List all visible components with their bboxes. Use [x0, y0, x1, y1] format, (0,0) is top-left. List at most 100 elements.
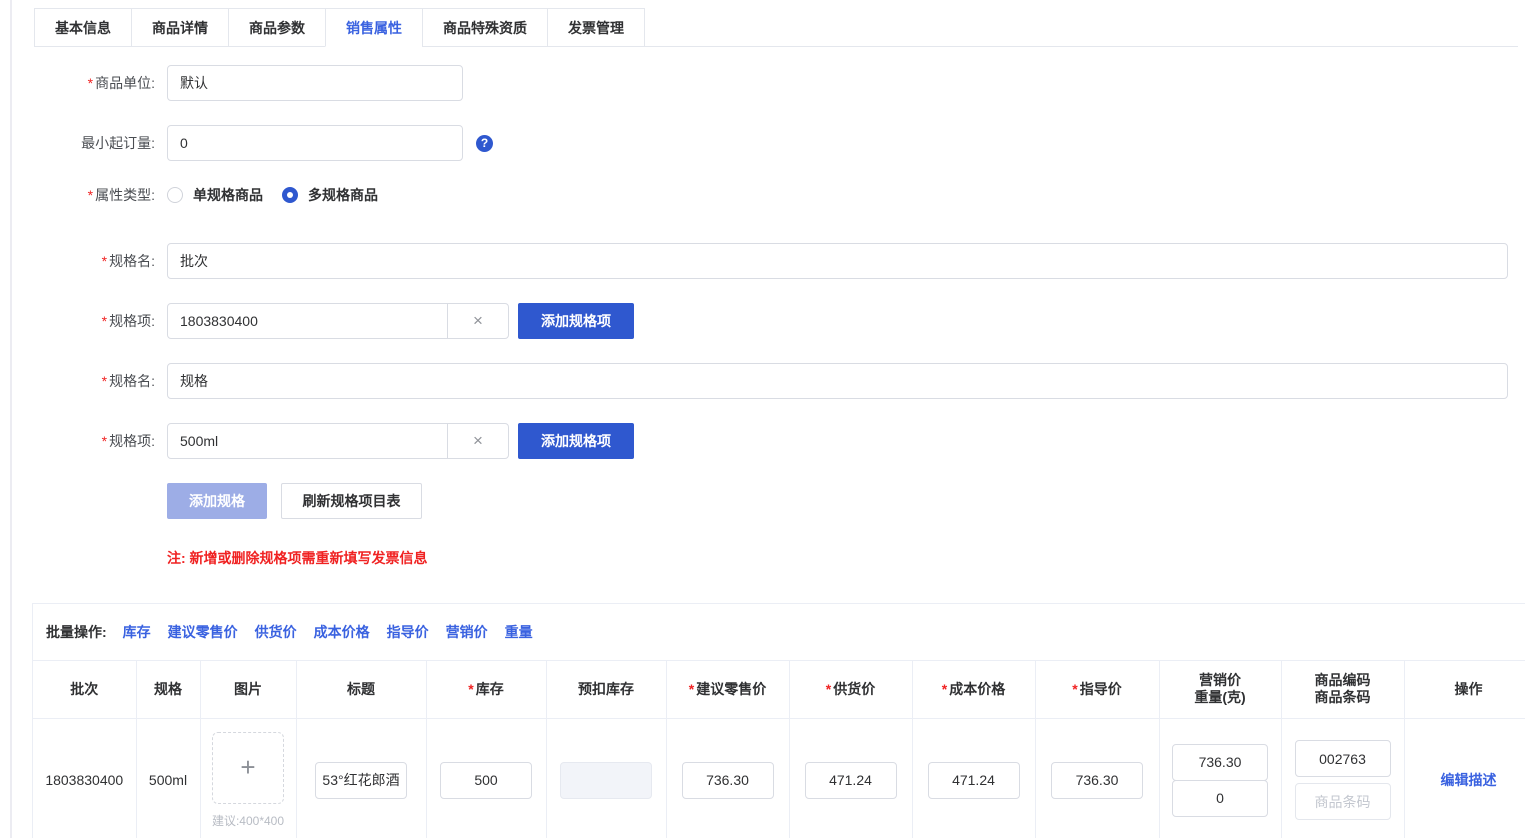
bulk-action-retail-price[interactable]: 建议零售价 [168, 622, 238, 642]
required-mark: * [826, 681, 831, 697]
supply-price-input[interactable] [805, 762, 897, 799]
reserved-stock-input [560, 762, 652, 799]
bulk-action-marketing-price[interactable]: 营销价 [446, 622, 488, 642]
bulk-actions-label: 批量操作: [46, 622, 107, 642]
add-spec-button[interactable]: 添加规格 [167, 483, 267, 519]
barcode-input[interactable] [1295, 783, 1391, 820]
clear-spec-item-button[interactable]: × [447, 303, 509, 339]
attr-type-row: *属性类型: 单规格商品 多规格商品 [0, 185, 1525, 205]
header-supply-price: *供货价 [789, 661, 912, 718]
help-icon[interactable]: ? [476, 135, 493, 152]
bulk-action-supply-price[interactable]: 供货价 [255, 622, 297, 642]
spec-name-input[interactable] [167, 363, 1508, 399]
header-stock: *库存 [426, 661, 546, 718]
spec-name-row: *规格名: [0, 243, 1525, 279]
guide-price-input[interactable] [1051, 762, 1143, 799]
spec-item-label: *规格项: [0, 431, 167, 451]
tab-basic-info[interactable]: 基本信息 [34, 8, 132, 47]
spec-buttons-row: 添加规格 刷新规格项目表 [0, 483, 1525, 519]
unit-input[interactable] [167, 65, 463, 101]
header-batch: 批次 [33, 661, 136, 718]
required-mark: * [689, 681, 694, 697]
tab-sales-attributes[interactable]: 销售属性 [325, 8, 423, 47]
marketing-price-input[interactable] [1172, 744, 1268, 781]
cost-price-input[interactable] [928, 762, 1020, 799]
unit-label: *商品单位: [0, 73, 167, 93]
bulk-action-weight[interactable]: 重量 [505, 622, 533, 642]
header-retail-price: *建议零售价 [666, 661, 789, 718]
spec-item-row: *规格项: × 添加规格项 [0, 423, 1525, 459]
header-marketing-weight: 营销价重量(克) [1159, 661, 1281, 718]
radio-single-spec-label: 单规格商品 [193, 185, 263, 205]
spec-name-row: *规格名: [0, 363, 1525, 399]
cell-supply-price [789, 718, 912, 838]
weight-input[interactable] [1172, 780, 1268, 817]
min-order-input[interactable] [167, 125, 463, 161]
radio-single-spec[interactable]: 单规格商品 [167, 185, 263, 205]
spec-table: 批次 规格 图片 标题 *库存 预扣库存 *建议零售价 *供货价 *成本价格 *… [33, 661, 1525, 838]
table-header-row: 批次 规格 图片 标题 *库存 预扣库存 *建议零售价 *供货价 *成本价格 *… [33, 661, 1525, 718]
image-size-hint: 建议:400*400 [201, 812, 296, 829]
spec-item-row: *规格项: × 添加规格项 [0, 303, 1525, 339]
attr-type-label: *属性类型: [0, 185, 167, 205]
close-icon: × [473, 431, 483, 451]
cell-spec: 500ml [136, 718, 200, 838]
left-divider [10, 0, 12, 838]
header-actions: 操作 [1404, 661, 1525, 718]
required-mark: * [102, 313, 107, 329]
min-order-row: 最小起订量: ? [0, 125, 1525, 161]
bulk-action-cost-price[interactable]: 成本价格 [314, 622, 370, 642]
spec-name-input[interactable] [167, 243, 1508, 279]
plus-icon: + [240, 752, 255, 783]
header-code-barcode: 商品编码商品条码 [1281, 661, 1404, 718]
add-spec-item-button[interactable]: 添加规格项 [518, 303, 634, 339]
header-image: 图片 [200, 661, 296, 718]
header-reserved-stock: 预扣库存 [546, 661, 666, 718]
header-cost-price: *成本价格 [912, 661, 1035, 718]
sales-attributes-form: *商品单位: 最小起订量: ? *属性类型: 单规格商品 多规格商品 *规格名:… [0, 65, 1525, 568]
title-input[interactable] [315, 762, 407, 799]
cell-retail-price [666, 718, 789, 838]
stock-input[interactable] [440, 762, 532, 799]
cell-actions: 编辑描述 [1404, 718, 1525, 838]
header-spec: 规格 [136, 661, 200, 718]
required-mark: * [102, 253, 107, 269]
edit-description-link[interactable]: 编辑描述 [1441, 772, 1497, 788]
radio-multi-spec[interactable]: 多规格商品 [282, 185, 378, 205]
required-mark: * [102, 433, 107, 449]
spec-name-label: *规格名: [0, 251, 167, 271]
radio-unchecked-icon [167, 187, 183, 203]
cell-code-barcode [1281, 718, 1404, 838]
radio-checked-icon [282, 187, 298, 203]
cell-marketing-weight [1159, 718, 1281, 838]
cell-title [296, 718, 426, 838]
spec-item-input[interactable] [167, 303, 448, 339]
bulk-action-guide-price[interactable]: 指导价 [387, 622, 429, 642]
refresh-spec-table-button[interactable]: 刷新规格项目表 [281, 483, 422, 519]
header-title: 标题 [296, 661, 426, 718]
tab-invoice-management[interactable]: 发票管理 [547, 8, 645, 47]
cell-batch: 1803830400 [33, 718, 136, 838]
spec-item-label: *规格项: [0, 311, 167, 331]
required-mark: * [942, 681, 947, 697]
spec-name-label: *规格名: [0, 371, 167, 391]
tab-special-qualifications[interactable]: 商品特殊资质 [422, 8, 548, 47]
add-spec-item-button[interactable]: 添加规格项 [518, 423, 634, 459]
spec-item-input[interactable] [167, 423, 448, 459]
bulk-action-stock[interactable]: 库存 [123, 622, 151, 642]
clear-spec-item-button[interactable]: × [447, 423, 509, 459]
product-edit-page: 基本信息 商品详情 商品参数 销售属性 商品特殊资质 发票管理 *商品单位: 最… [0, 0, 1525, 838]
cell-image: + 建议:400*400 [200, 718, 296, 838]
invoice-warning-note: 注: 新增或删除规格项需重新填写发票信息 [167, 548, 1525, 568]
radio-multi-spec-label: 多规格商品 [308, 185, 378, 205]
required-mark: * [1072, 681, 1077, 697]
product-code-input[interactable] [1295, 740, 1391, 777]
tab-product-detail[interactable]: 商品详情 [131, 8, 229, 47]
bulk-actions-bar: 批量操作: 库存 建议零售价 供货价 成本价格 指导价 营销价 重量 [33, 604, 1525, 661]
retail-price-input[interactable] [682, 762, 774, 799]
required-mark: * [468, 681, 473, 697]
tab-product-params[interactable]: 商品参数 [228, 8, 326, 47]
required-mark: * [88, 75, 93, 91]
tab-bar: 基本信息 商品详情 商品参数 销售属性 商品特殊资质 发票管理 [34, 8, 1518, 47]
image-upload-button[interactable]: + [212, 732, 284, 804]
